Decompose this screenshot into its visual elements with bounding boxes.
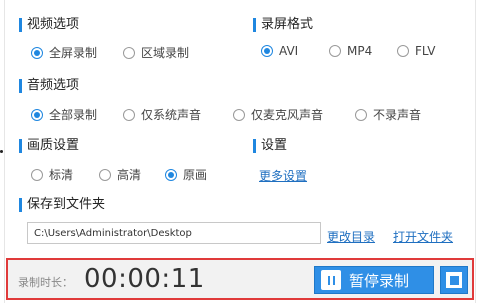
radio-audio-mic-only[interactable]: 仅麦克风声音 <box>233 106 323 123</box>
radio-label: MP4 <box>347 44 373 58</box>
radio-icon <box>123 46 135 59</box>
radio-icon <box>31 108 43 121</box>
recording-timer: 00:00:11 <box>84 264 205 294</box>
video-options-title: 视频选项 <box>19 17 79 33</box>
radio-icon <box>397 45 409 57</box>
radio-icon <box>99 168 111 181</box>
radio-icon <box>165 168 177 181</box>
duration-label: 录制时长： <box>18 276 73 289</box>
radio-icon <box>123 108 135 121</box>
recording-bar: 录制时长： 00:00:11 暂停录制 <box>6 258 474 300</box>
radio-label: 全屏录制 <box>49 46 98 60</box>
radio-format-flv[interactable]: FLV <box>397 44 435 58</box>
radio-label: AVI <box>279 44 299 58</box>
radio-icon <box>31 168 43 181</box>
radio-format-mp4[interactable]: MP4 <box>329 44 372 58</box>
stop-icon <box>446 272 462 288</box>
radio-label: 全部录制 <box>49 108 98 122</box>
radio-quality-original[interactable]: 原画 <box>165 166 207 183</box>
radio-label: 区域录制 <box>141 46 190 60</box>
radio-label: 原画 <box>183 168 208 182</box>
radio-audio-all[interactable]: 全部录制 <box>31 106 97 123</box>
pause-button-label: 暂停录制 <box>349 271 410 290</box>
radio-icon <box>31 46 43 59</box>
radio-label: 标清 <box>49 168 74 182</box>
settings-title: 设置 <box>253 138 287 154</box>
radio-audio-system-only[interactable]: 仅系统声音 <box>123 106 201 123</box>
radio-region-record[interactable]: 区域录制 <box>123 44 189 61</box>
open-folder-link[interactable]: 打开文件夹 <box>393 228 453 245</box>
radio-icon <box>329 45 341 57</box>
radio-quality-hd[interactable]: 高清 <box>99 166 141 183</box>
stop-recording-button[interactable] <box>440 266 468 294</box>
more-settings-link[interactable]: 更多设置 <box>259 167 307 184</box>
radio-format-avi[interactable]: AVI <box>261 44 298 58</box>
pause-icon <box>321 270 341 290</box>
audio-options-title: 音频选项 <box>19 78 79 94</box>
radio-label: 仅麦克风声音 <box>251 108 324 122</box>
radio-label: FLV <box>415 44 436 58</box>
radio-label: 高清 <box>117 168 142 182</box>
radio-label: 不录声音 <box>373 108 422 122</box>
radio-audio-none[interactable]: 不录声音 <box>355 106 421 123</box>
change-directory-link[interactable]: 更改目录 <box>327 228 375 245</box>
pause-recording-button[interactable]: 暂停录制 <box>314 266 434 294</box>
radio-icon <box>233 108 245 121</box>
record-format-title: 录屏格式 <box>253 17 313 33</box>
bullet-marker <box>0 150 3 153</box>
radio-label: 仅系统声音 <box>141 108 202 122</box>
radio-icon <box>261 45 273 57</box>
radio-icon <box>355 108 367 121</box>
radio-fullscreen-record[interactable]: 全屏录制 <box>31 44 97 61</box>
radio-quality-sd[interactable]: 标清 <box>31 166 73 183</box>
save-folder-title: 保存到文件夹 <box>19 197 105 213</box>
quality-settings-title: 画质设置 <box>19 138 79 154</box>
save-path-input[interactable] <box>27 222 321 244</box>
